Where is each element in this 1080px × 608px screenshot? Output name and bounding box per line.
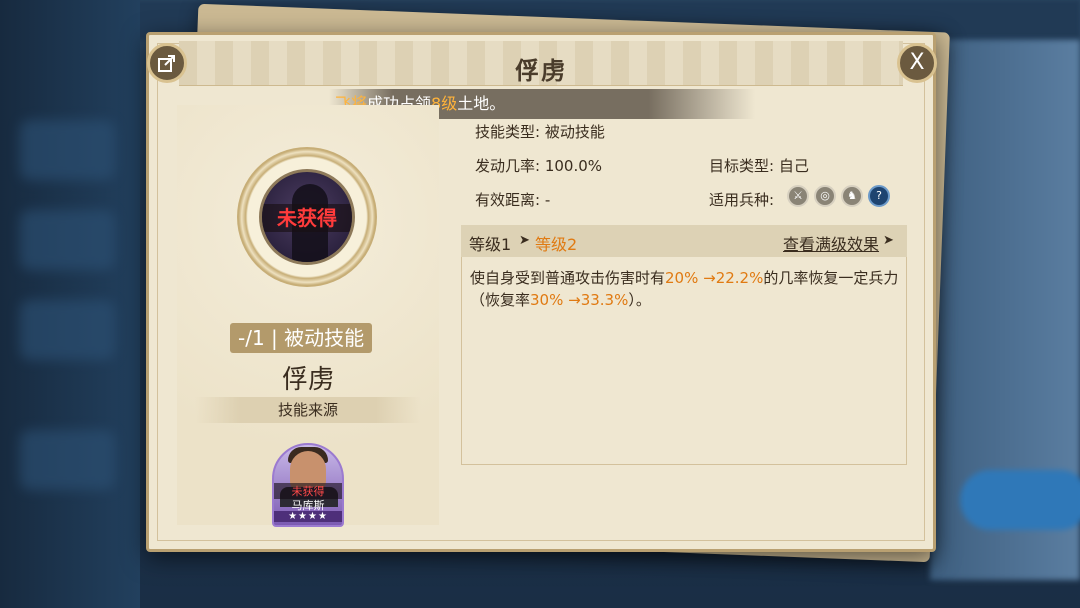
background-sidebar-item bbox=[20, 120, 115, 180]
description-box: 使自身受到普通攻击伤害时有20% →22.2%的几率恢复一定兵力（恢复率30% … bbox=[461, 257, 907, 465]
level-from: 等级1 bbox=[469, 235, 512, 254]
skill-source-label: 技能来源 bbox=[195, 397, 421, 423]
unobtained-badge: 未获得 bbox=[262, 204, 352, 232]
skill-icon: 未获得 bbox=[259, 169, 355, 265]
hero-card[interactable]: 未获得 马库斯 ★★★★ bbox=[272, 443, 344, 527]
view-max-level-link[interactable]: 查看满级效果 bbox=[783, 231, 879, 255]
share-button[interactable] bbox=[147, 43, 187, 83]
background-sidebar bbox=[0, 0, 140, 608]
title-bar: 俘虏 bbox=[179, 41, 903, 86]
background-sidebar-item bbox=[20, 210, 115, 270]
background-button bbox=[960, 470, 1080, 530]
skill-overview: 未获得 -/1 | 被动技能 俘虏 技能来源 未获得 马库斯 ★★★★ bbox=[177, 105, 439, 527]
troop-types-label: 适用兵种: bbox=[709, 191, 775, 209]
troop-type-icons: ⚔ ◎ ♞ ? bbox=[787, 185, 890, 207]
level-to: 等级2 bbox=[535, 235, 578, 254]
skill-details: 技能类型: 被动技能 发动几率: 100.0% 目标类型: 自己 有效距离: -… bbox=[461, 105, 907, 465]
desc-value-2: 30% →33.3% bbox=[530, 291, 629, 309]
background-sidebar-item bbox=[20, 430, 115, 490]
dialog-title: 俘虏 bbox=[515, 57, 567, 85]
level-bar: 等级1 ➤ 等级2 查看满级效果 ➤ bbox=[461, 225, 907, 257]
effective-range: 有效距离: - bbox=[475, 191, 551, 209]
background-right-panel bbox=[930, 40, 1080, 580]
skill-level-tag: -/1 | 被动技能 bbox=[230, 323, 373, 353]
skill-medal: 未获得 bbox=[237, 147, 377, 287]
question-icon: ? bbox=[868, 185, 890, 207]
desc-text-1: 使自身受到普通攻击伤害时有 bbox=[470, 269, 666, 287]
skill-name: 俘虏 bbox=[281, 365, 334, 395]
close-icon: X bbox=[909, 50, 925, 75]
bow-icon: ◎ bbox=[814, 185, 836, 207]
target-type: 目标类型: 自己 bbox=[709, 157, 809, 175]
skill-description: 使自身受到普通攻击伤害时有20% →22.2%的几率恢复一定兵力（恢复率30% … bbox=[470, 267, 900, 311]
close-button[interactable]: X bbox=[897, 43, 937, 83]
arrow-icon: ➤ bbox=[519, 233, 530, 248]
skill-dialog: 俘虏 X 飞将成功占领8级土地。 未获得 -/1 | 被动技能 俘虏 技能来源 … bbox=[146, 32, 937, 552]
skill-type: 技能类型: 被动技能 bbox=[475, 123, 605, 141]
share-icon bbox=[157, 54, 177, 79]
horse-icon: ♞ bbox=[841, 185, 863, 207]
trigger-rate: 发动几率: 100.0% bbox=[475, 157, 603, 175]
sword-icon: ⚔ bbox=[787, 185, 809, 207]
chevron-right-icon[interactable]: ➤ bbox=[883, 233, 894, 248]
hero-stars: ★★★★ bbox=[274, 511, 342, 522]
background-sidebar-item bbox=[20, 300, 115, 360]
desc-value-1: 20% →22.2% bbox=[665, 269, 764, 287]
desc-text-3: ）。 bbox=[628, 291, 651, 309]
